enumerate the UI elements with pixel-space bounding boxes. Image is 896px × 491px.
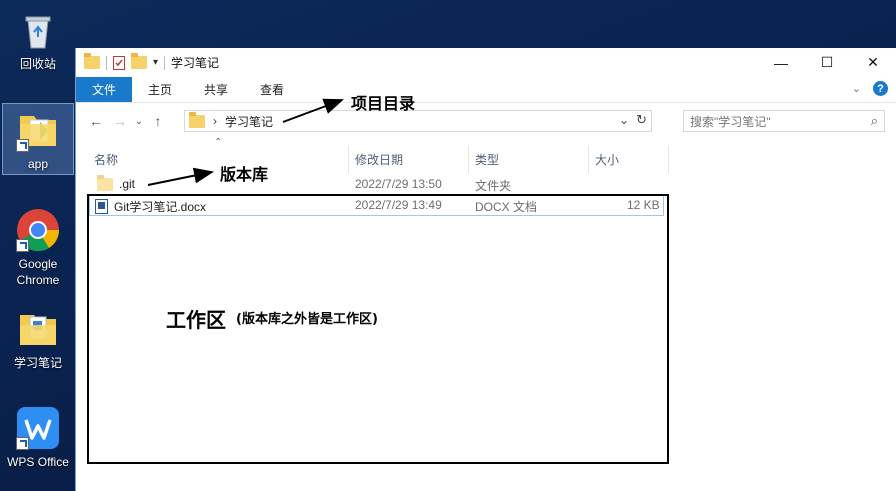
annotation-project-dir: 项目目录 <box>351 94 416 113</box>
annotation-repo: 版本库 <box>220 165 269 184</box>
annotation-arrows <box>147 98 344 186</box>
arrow-repo <box>147 167 214 186</box>
arrow-project-dir <box>282 98 344 123</box>
annotation-workspace-note: (版本库之外皆是工作区) <box>236 312 378 327</box>
annotation-workspace: 工作区 <box>166 308 226 332</box>
